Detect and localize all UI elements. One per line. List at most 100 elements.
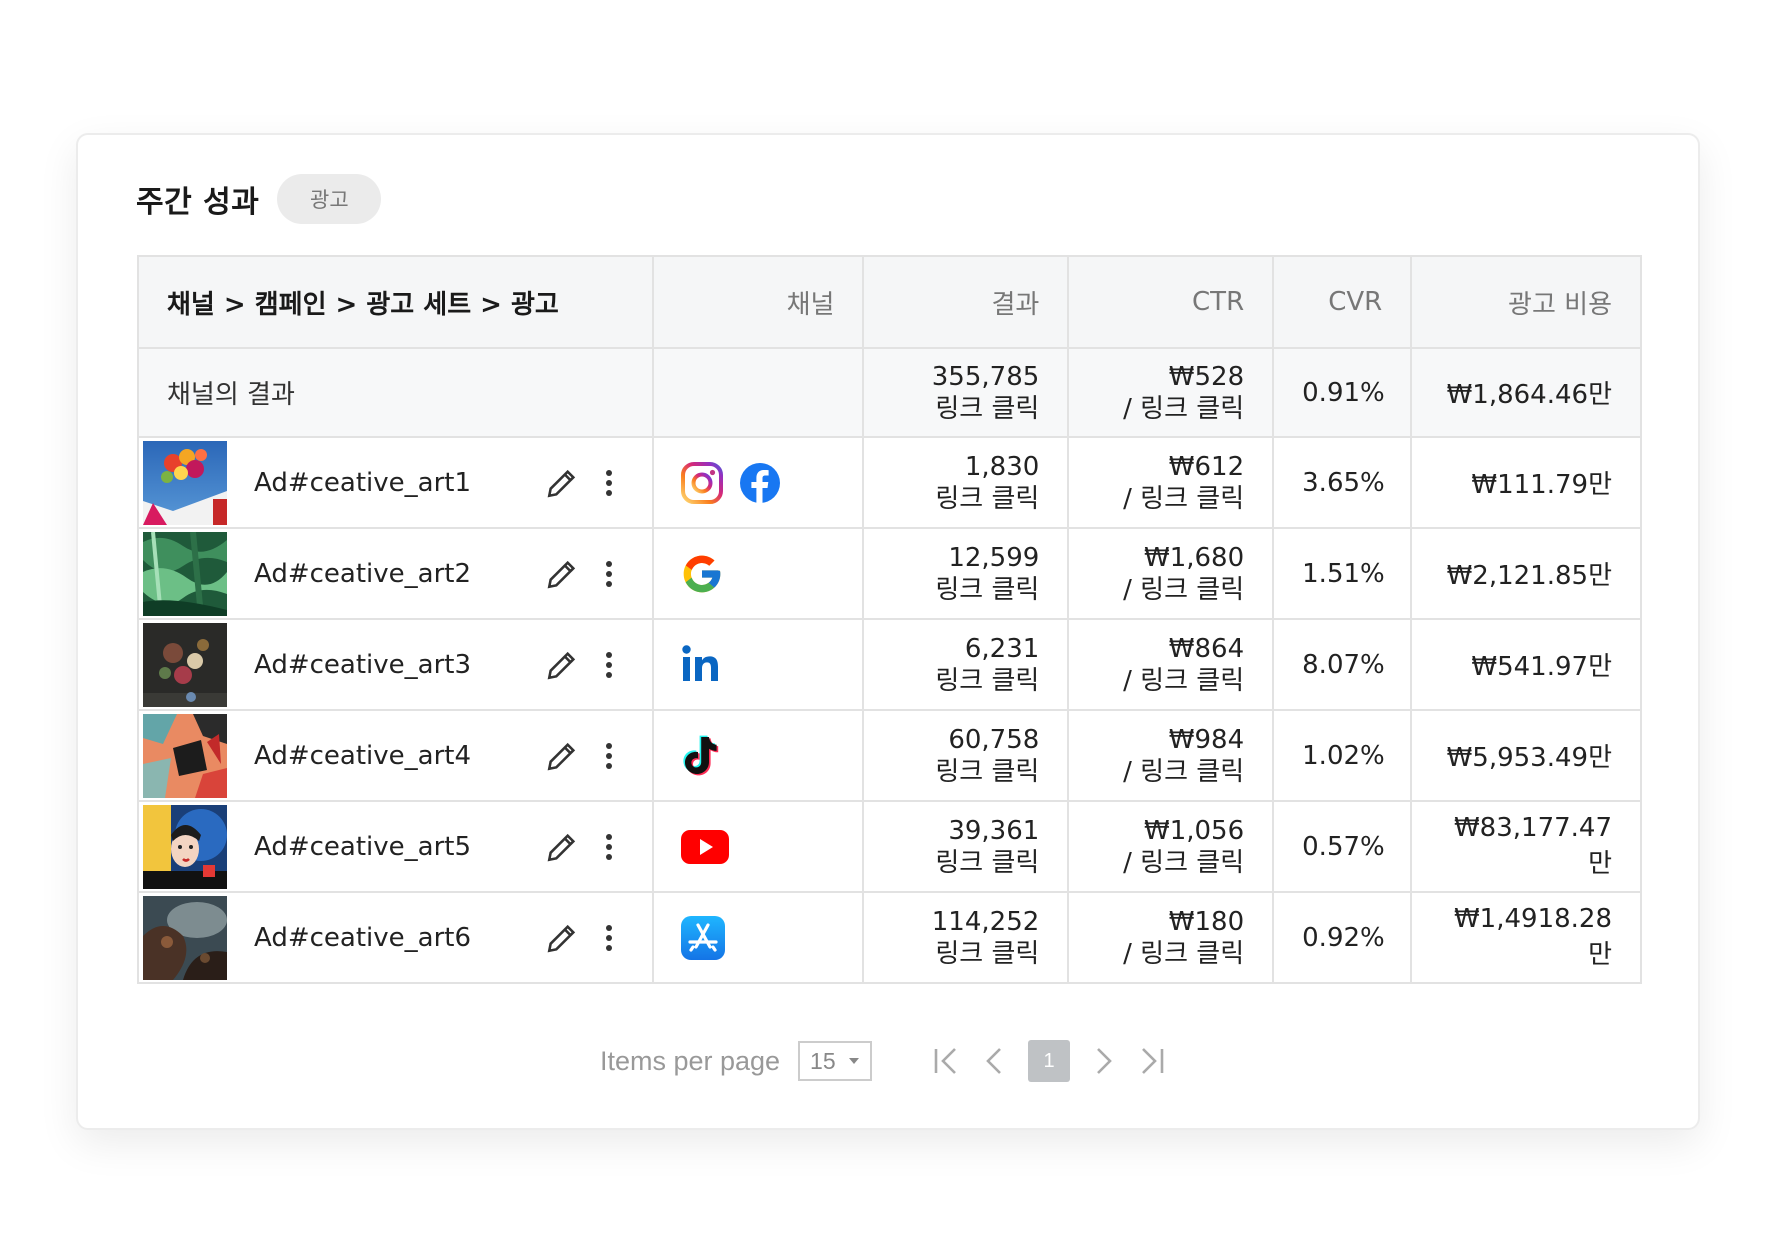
column-header-ctr[interactable]: CTR bbox=[1067, 255, 1275, 349]
ctr-value: ₩612 bbox=[1168, 451, 1245, 482]
ad-name[interactable]: Ad#ceative_art3 bbox=[254, 650, 542, 680]
card-header: 주간 성과 광고 bbox=[136, 173, 382, 225]
result-unit: 링크 클릭 bbox=[935, 938, 1040, 969]
facebook-icon bbox=[739, 462, 780, 503]
ctr-unit: / 링크 클릭 bbox=[1123, 665, 1245, 696]
more-options-button[interactable] bbox=[594, 645, 624, 685]
first-page-icon bbox=[934, 1048, 956, 1074]
prev-page-button[interactable] bbox=[974, 1041, 1014, 1081]
result-cell: 12,599 링크 클릭 bbox=[862, 527, 1070, 620]
ctr-unit: / 링크 클릭 bbox=[1123, 756, 1245, 787]
ad-thumbnail[interactable] bbox=[143, 440, 227, 525]
result-value: 6,231 bbox=[964, 633, 1040, 664]
vertical-dots-icon bbox=[605, 833, 612, 860]
vertical-dots-icon bbox=[605, 560, 612, 587]
card-title: 주간 성과 bbox=[136, 185, 260, 220]
ctr-unit: / 링크 클릭 bbox=[1123, 574, 1245, 605]
result-unit: 링크 클릭 bbox=[935, 847, 1040, 878]
more-options-button[interactable] bbox=[594, 918, 624, 958]
summary-channel-cell bbox=[651, 347, 865, 438]
google-icon bbox=[683, 555, 721, 592]
last-page-button[interactable] bbox=[1132, 1041, 1172, 1081]
channel-cell bbox=[651, 800, 865, 893]
pencil-icon bbox=[547, 833, 576, 861]
linkedin-icon bbox=[682, 644, 718, 681]
vertical-dots-icon bbox=[605, 469, 612, 496]
ad-thumbnail[interactable] bbox=[143, 713, 227, 798]
result-cell: 60,758 링크 클릭 bbox=[862, 709, 1070, 802]
edit-button[interactable] bbox=[542, 463, 582, 503]
ad-thumbnail[interactable] bbox=[143, 804, 227, 889]
instagram-icon bbox=[680, 461, 723, 504]
items-per-page-label: Items per page bbox=[599, 1045, 781, 1076]
result-value: 355,785 bbox=[931, 361, 1040, 392]
pencil-icon bbox=[547, 924, 576, 952]
items-per-page-select[interactable]: 15 bbox=[798, 1041, 873, 1081]
next-page-button[interactable] bbox=[1084, 1041, 1124, 1081]
ad-name[interactable]: Ad#ceative_art2 bbox=[254, 559, 542, 589]
vertical-dots-icon bbox=[605, 742, 612, 769]
column-header-channel[interactable]: 채널 bbox=[651, 255, 865, 349]
column-header-hierarchy[interactable]: 채널 > 캠페인 > 광고 세트 > 광고 bbox=[137, 255, 654, 349]
ctr-value: ₩864 bbox=[1168, 633, 1245, 664]
ctr-unit: / 링크 클릭 bbox=[1123, 393, 1245, 424]
edit-button[interactable] bbox=[542, 554, 582, 594]
more-options-button[interactable] bbox=[594, 827, 624, 867]
table-header-row: 채널 > 캠페인 > 광고 세트 > 광고 채널 결과 CTR CVR 광고 비… bbox=[137, 255, 1642, 349]
ctr-cell: ₩612 / 링크 클릭 bbox=[1067, 436, 1275, 529]
performance-table: 채널 > 캠페인 > 광고 세트 > 광고 채널 결과 CTR CVR 광고 비… bbox=[137, 255, 1642, 984]
ctr-value: ₩1,680 bbox=[1144, 542, 1245, 573]
ad-cell: Ad#ceative_art4 bbox=[137, 709, 654, 802]
result-cell: 6,231 링크 클릭 bbox=[862, 618, 1070, 711]
vertical-dots-icon bbox=[605, 924, 612, 951]
pagination: Items per page 15 1 bbox=[78, 1039, 1698, 1083]
more-options-button[interactable] bbox=[594, 463, 624, 503]
pencil-icon bbox=[547, 560, 576, 588]
ctr-cell: ₩180 / 링크 클릭 bbox=[1067, 891, 1275, 984]
summary-label: 채널의 결과 bbox=[137, 347, 654, 438]
column-header-result[interactable]: 결과 bbox=[862, 255, 1070, 349]
pencil-icon bbox=[547, 742, 576, 770]
ad-cell: Ad#ceative_art1 bbox=[137, 436, 654, 529]
table-row[interactable]: Ad#ceative_art4 60,758 링크 클릭 ₩984 / 링크 클… bbox=[137, 709, 1642, 802]
summary-ctr: ₩528 / 링크 클릭 bbox=[1067, 347, 1275, 438]
result-unit: 링크 클릭 bbox=[935, 665, 1040, 696]
ad-name[interactable]: Ad#ceative_art4 bbox=[254, 741, 542, 771]
app-store-icon bbox=[680, 915, 725, 960]
ad-thumbnail[interactable] bbox=[143, 622, 227, 707]
ad-thumbnail[interactable] bbox=[143, 895, 227, 980]
edit-button[interactable] bbox=[542, 918, 582, 958]
column-header-cvr[interactable]: CVR bbox=[1272, 255, 1413, 349]
ad-name[interactable]: Ad#ceative_art5 bbox=[254, 832, 542, 862]
cost-cell: ₩5,953.49만 bbox=[1410, 709, 1642, 802]
ad-name[interactable]: Ad#ceative_art6 bbox=[254, 923, 542, 953]
table-row[interactable]: Ad#ceative_art3 6,231 링크 클릭 ₩864 / 링크 클릭… bbox=[137, 618, 1642, 711]
result-value: 39,361 bbox=[948, 815, 1040, 846]
ad-cell: Ad#ceative_art2 bbox=[137, 527, 654, 620]
ctr-value: ₩180 bbox=[1168, 906, 1245, 937]
table-row[interactable]: Ad#ceative_art2 12,599 링크 클릭 ₩1,680 / 링크… bbox=[137, 527, 1642, 620]
first-page-button[interactable] bbox=[926, 1041, 966, 1081]
caret-down-icon bbox=[849, 1058, 860, 1064]
ad-thumbnail[interactable] bbox=[143, 531, 227, 616]
column-header-cost[interactable]: 광고 비용 bbox=[1410, 255, 1642, 349]
ctr-unit: / 링크 클릭 bbox=[1123, 847, 1245, 878]
cvr-cell: 3.65% bbox=[1272, 436, 1413, 529]
more-options-button[interactable] bbox=[594, 554, 624, 594]
edit-button[interactable] bbox=[542, 827, 582, 867]
edit-button[interactable] bbox=[542, 645, 582, 685]
result-value: 60,758 bbox=[948, 724, 1040, 755]
channel-cell bbox=[651, 709, 865, 802]
page-number-current[interactable]: 1 bbox=[1028, 1040, 1071, 1082]
ad-level-tag[interactable]: 광고 bbox=[277, 174, 382, 224]
table-row[interactable]: Ad#ceative_art5 39,361 링크 클릭 ₩1,056 / 링크… bbox=[137, 800, 1642, 893]
table-row[interactable]: Ad#ceative_art6 114,252 링크 클릭 ₩180 / 링크 … bbox=[137, 891, 1642, 984]
result-unit: 링크 클릭 bbox=[935, 574, 1040, 605]
edit-button[interactable] bbox=[542, 736, 582, 776]
ctr-cell: ₩1,056 / 링크 클릭 bbox=[1067, 800, 1275, 893]
items-per-page-value: 15 bbox=[810, 1047, 836, 1074]
table-row[interactable]: Ad#ceative_art1 1,830 링크 클릭 ₩612 / 링크 클릭… bbox=[137, 436, 1642, 529]
result-cell: 39,361 링크 클릭 bbox=[862, 800, 1070, 893]
ad-name[interactable]: Ad#ceative_art1 bbox=[254, 468, 542, 498]
more-options-button[interactable] bbox=[594, 736, 624, 776]
